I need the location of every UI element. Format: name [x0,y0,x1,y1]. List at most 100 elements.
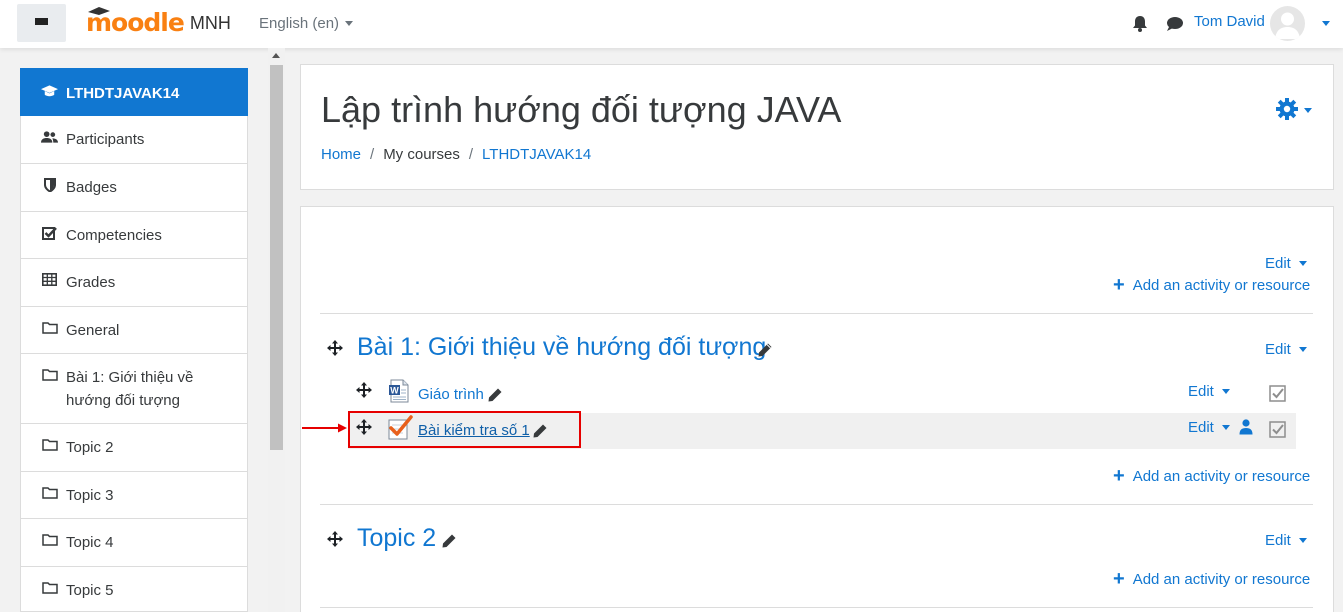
activity-giao-trinh-link[interactable]: Giáo trình [418,386,484,403]
drawer-item-label: Topic 5 [66,582,114,599]
drawer-item-topic-3[interactable]: Topic 3 [20,472,248,519]
chevron-down-icon [1298,261,1307,266]
chevron-down-icon [1298,538,1307,543]
drawer-item-section-1[interactable]: Bài 1: Giới thiệu về hướng đối tượng [20,354,248,424]
general-edit-menu[interactable]: Edit [1265,255,1307,272]
section-2-title[interactable]: Topic 2 [357,524,436,553]
plus-icon: + [1113,465,1125,487]
gear-icon[interactable] [1276,98,1298,120]
menu-toggle-button[interactable] [17,4,66,42]
edit-label: Edit [1188,383,1214,400]
folder-icon [41,319,58,336]
add-activity-label: Add an activity or resource [1132,277,1311,294]
moodle-logo: moodle [86,7,185,37]
logo-hat-icon [88,7,110,15]
folder-icon [41,366,58,383]
breadcrumb-my-courses: My courses [383,146,460,163]
section-1-title[interactable]: Bài 1: Giới thiệu về hướng đối tượng [357,333,766,362]
course-content [300,206,1334,612]
breadcrumb-course[interactable]: LTHDTJAVAK14 [482,146,591,163]
nav-drawer: LTHDTJAVAK14 Participants Badges Compete… [20,68,248,612]
navbar: moodle MNH English (en) Tom David [0,0,1343,48]
drawer-item-competencies[interactable]: Competencies [20,212,248,259]
drawer-item-label: Topic 4 [66,534,114,551]
move-icon[interactable] [327,340,343,356]
pencil-icon[interactable] [488,388,502,402]
chevron-down-icon [1298,347,1307,352]
bell-icon[interactable] [1132,15,1148,32]
breadcrumb: Home / My courses / LTHDTJAVAK14 [321,146,591,163]
chevron-down-icon [1221,425,1230,430]
chevron-down-icon [345,21,354,26]
section-1-add-activity[interactable]: + Add an activity or resource [1113,465,1310,487]
svg-text:W: W [390,386,399,396]
highlight-box [348,411,581,448]
section-2-edit-menu[interactable]: Edit [1265,532,1307,549]
section-divider [320,504,1313,505]
pencil-icon[interactable] [442,534,456,548]
completion-checkbox-icon[interactable] [1269,421,1286,438]
chat-icon[interactable] [1166,16,1184,32]
language-label: English (en) [259,15,340,32]
drawer-item-label: Bài 1: Giới thiệu về hướng đối tượng [66,369,194,409]
drawer-item-label: Competencies [66,227,162,244]
gear-chevron-down-icon[interactable] [1304,108,1312,113]
word-document-icon: W [389,379,409,403]
drawer-scrollbar[interactable] [268,48,285,612]
section-1-edit-menu[interactable]: Edit [1265,341,1307,358]
drawer-item-grades[interactable]: Grades [20,259,248,307]
edit-label: Edit [1188,419,1214,436]
drawer-item-general[interactable]: General [20,307,248,354]
drawer-item-label: Badges [66,179,117,196]
page-title: Lập trình hướng đối tượng JAVA [321,89,842,130]
edit-label: Edit [1265,255,1291,272]
user-menu-chevron-icon[interactable] [1322,21,1330,26]
drawer-item-participants[interactable]: Participants [20,116,248,164]
page-header: Lập trình hướng đối tượng JAVA Home / My… [300,64,1334,190]
plus-icon: + [1113,274,1125,296]
folder-icon [41,436,58,453]
drawer-item-topic-4[interactable]: Topic 4 [20,519,248,567]
users-icon [41,128,58,145]
move-icon[interactable] [327,531,343,547]
arrow-right-icon [302,423,347,433]
scroll-up-icon[interactable] [272,53,280,58]
drawer-item-label: Topic 3 [66,487,114,504]
scrollbar-thumb[interactable] [270,65,283,450]
drawer-item-label: Grades [66,274,116,291]
menu-icon [35,17,48,29]
table-icon [41,271,58,288]
drawer-item-topic-2[interactable]: Topic 2 [20,424,248,472]
edit-label: Edit [1265,341,1291,358]
drawer-item-badges[interactable]: Badges [20,164,248,212]
drawer-item-topic-5[interactable]: Topic 5 [20,567,248,612]
add-activity-label: Add an activity or resource [1132,571,1311,588]
user-name[interactable]: Tom David [1194,13,1265,30]
move-icon[interactable] [356,382,372,398]
chevron-down-icon [1221,389,1230,394]
breadcrumb-separator: / [370,146,375,163]
section-divider [320,313,1313,314]
general-add-activity[interactable]: + Add an activity or resource [1113,274,1311,296]
edit-label: Edit [1265,532,1291,549]
site-logo[interactable]: moodle MNH [86,7,231,37]
avatar[interactable] [1270,6,1305,41]
activity-1-edit-menu[interactable]: Edit [1188,383,1230,400]
drawer-item-label: General [66,322,120,339]
breadcrumb-separator: / [468,146,474,163]
user-avatar-icon [1275,12,1300,39]
drawer-item-course[interactable]: LTHDTJAVAK14 [20,68,248,116]
section-2-add-activity[interactable]: + Add an activity or resource [1113,568,1311,590]
activity-2-edit-menu[interactable]: Edit [1188,419,1230,436]
breadcrumb-home[interactable]: Home [321,146,361,163]
plus-icon: + [1113,568,1125,590]
folder-icon [41,531,58,548]
pencil-icon[interactable] [758,343,772,357]
language-menu[interactable]: English (en) [259,15,354,32]
user-icon[interactable] [1239,419,1253,435]
completion-checkbox-icon[interactable] [1269,385,1286,402]
shield-icon [41,176,58,193]
drawer-item-label: LTHDTJAVAK14 [66,85,180,102]
checkbox-icon [41,224,58,241]
folder-icon [41,484,58,501]
